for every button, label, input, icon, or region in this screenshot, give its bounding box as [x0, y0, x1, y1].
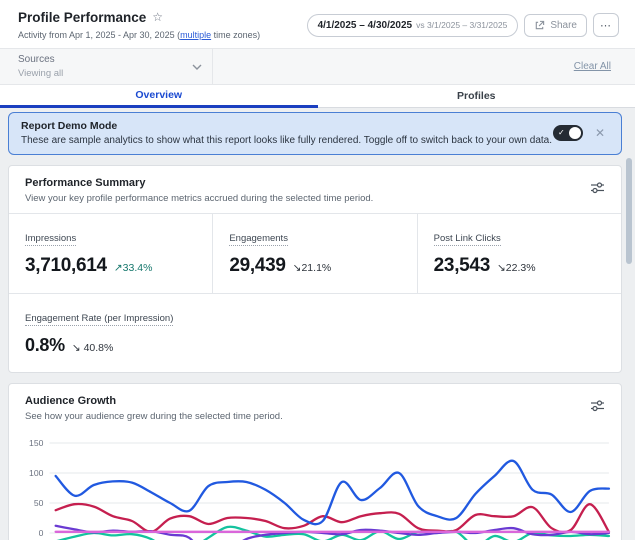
audience-growth-chart-area: 150100500-50	[9, 431, 621, 540]
toggle-check-icon: ✓	[558, 128, 565, 137]
delta-percent: 33.4%	[123, 262, 153, 274]
sources-dropdown[interactable]: Sources Viewing all	[0, 49, 213, 84]
chevron-down-icon	[192, 64, 202, 70]
share-label: Share	[550, 20, 577, 31]
svg-text:100: 100	[29, 468, 44, 478]
report-demo-mode-banner: Report Demo Mode These are sample analyt…	[8, 112, 622, 155]
svg-text:0: 0	[39, 528, 44, 538]
favorite-star-icon[interactable]: ☆	[152, 11, 163, 23]
metric-delta: ↘ 40.8%	[72, 342, 114, 354]
performance-summary-card: Performance Summary View your key profil…	[8, 165, 622, 373]
delta-arrow-icon: ↗	[114, 262, 123, 274]
clear-all-link[interactable]: Clear All	[574, 61, 611, 72]
delta-arrow-icon: ↘	[497, 262, 506, 274]
delta-percent: 21.1%	[301, 262, 331, 274]
metric-value: 23,543	[434, 255, 490, 277]
banner-close-icon[interactable]: ✕	[595, 126, 605, 140]
metric-delta: ↗33.4%	[114, 262, 153, 274]
svg-text:150: 150	[29, 438, 44, 448]
audience-growth-title: Audience Growth	[25, 395, 283, 407]
activity-prefix: Activity from Apr 1, 2025 - Apr 30, 2025…	[18, 30, 180, 40]
report-header: Profile Performance ☆ Activity from Apr …	[0, 0, 635, 48]
audience-growth-chart[interactable]: 150100500-50	[15, 433, 615, 540]
more-options-button[interactable]: ⋯	[593, 13, 619, 37]
metric-label[interactable]: Impressions	[25, 233, 76, 246]
metric-label[interactable]: Engagement Rate (per Impression)	[25, 313, 173, 326]
metric-label[interactable]: Engagements	[229, 233, 288, 246]
widget-settings-sliders-icon[interactable]	[590, 399, 605, 412]
audience-growth-card: Audience Growth See how your audience gr…	[8, 383, 622, 540]
metric-delta: ↘21.1%	[293, 262, 332, 274]
demo-mode-toggle[interactable]: ✓	[553, 125, 583, 141]
sources-label: Sources	[18, 54, 63, 65]
metrics-row-2: Engagement Rate (per Impression) 0.8% ↘ …	[9, 293, 621, 372]
performance-summary-title: Performance Summary	[25, 177, 373, 189]
metric-impressions: Impressions 3,710,614 ↗33.4%	[9, 214, 213, 293]
metric-value: 0.8%	[25, 335, 65, 356]
delta-percent: 40.8%	[84, 342, 114, 354]
widget-settings-sliders-icon[interactable]	[590, 181, 605, 194]
profile-performance-page: Profile Performance ☆ Activity from Apr …	[0, 0, 635, 540]
vertical-scrollbar[interactable]	[626, 158, 632, 264]
report-content: Report Demo Mode These are sample analyt…	[0, 108, 635, 540]
banner-message: These are sample analytics to show what …	[21, 135, 552, 146]
date-compare-value: vs 3/1/2025 – 3/31/2025	[416, 20, 507, 30]
share-icon	[534, 20, 545, 31]
activity-range-text: Activity from Apr 1, 2025 - Apr 30, 2025…	[18, 30, 260, 40]
activity-suffix: time zones)	[211, 30, 260, 40]
date-range-value: 4/1/2025 – 4/30/2025	[318, 20, 413, 31]
metric-value: 3,710,614	[25, 255, 107, 277]
share-button[interactable]: Share	[524, 14, 587, 37]
filter-spacer	[213, 49, 574, 84]
tab-overview[interactable]: Overview	[0, 85, 318, 108]
svg-text:50: 50	[34, 498, 44, 508]
metrics-row-1: Impressions 3,710,614 ↗33.4% Engagements…	[9, 213, 621, 293]
sources-value: Viewing all	[18, 68, 63, 79]
ellipsis-icon: ⋯	[600, 19, 612, 32]
red-line	[56, 504, 609, 532]
metric-engagements: Engagements 29,439 ↘21.1%	[213, 214, 417, 293]
blue-line	[56, 461, 609, 524]
date-range-button[interactable]: 4/1/2025 – 4/30/2025 vs 3/1/2025 – 3/31/…	[307, 14, 519, 37]
metric-label[interactable]: Post Link Clicks	[434, 233, 501, 246]
filter-bar: Sources Viewing all Clear All	[0, 48, 635, 85]
page-title: Profile Performance	[18, 10, 146, 25]
metric-engagement-rate: Engagement Rate (per Impression) 0.8% ↘ …	[9, 294, 621, 372]
delta-arrow-icon: ↘	[72, 342, 81, 354]
report-tabs: Overview Profiles	[0, 85, 635, 108]
audience-growth-subtitle: See how your audience grew during the se…	[25, 411, 283, 422]
toggle-knob	[569, 127, 581, 139]
delta-percent: 22.3%	[506, 262, 536, 274]
tab-profiles[interactable]: Profiles	[318, 85, 635, 108]
multiple-timezones-link[interactable]: multiple	[180, 30, 211, 40]
metric-value: 29,439	[229, 255, 285, 277]
metric-post-link-clicks: Post Link Clicks 23,543 ↘22.3%	[418, 214, 621, 293]
metric-delta: ↘22.3%	[497, 262, 536, 274]
banner-title: Report Demo Mode	[21, 120, 552, 132]
performance-summary-subtitle: View your key profile performance metric…	[25, 193, 373, 204]
